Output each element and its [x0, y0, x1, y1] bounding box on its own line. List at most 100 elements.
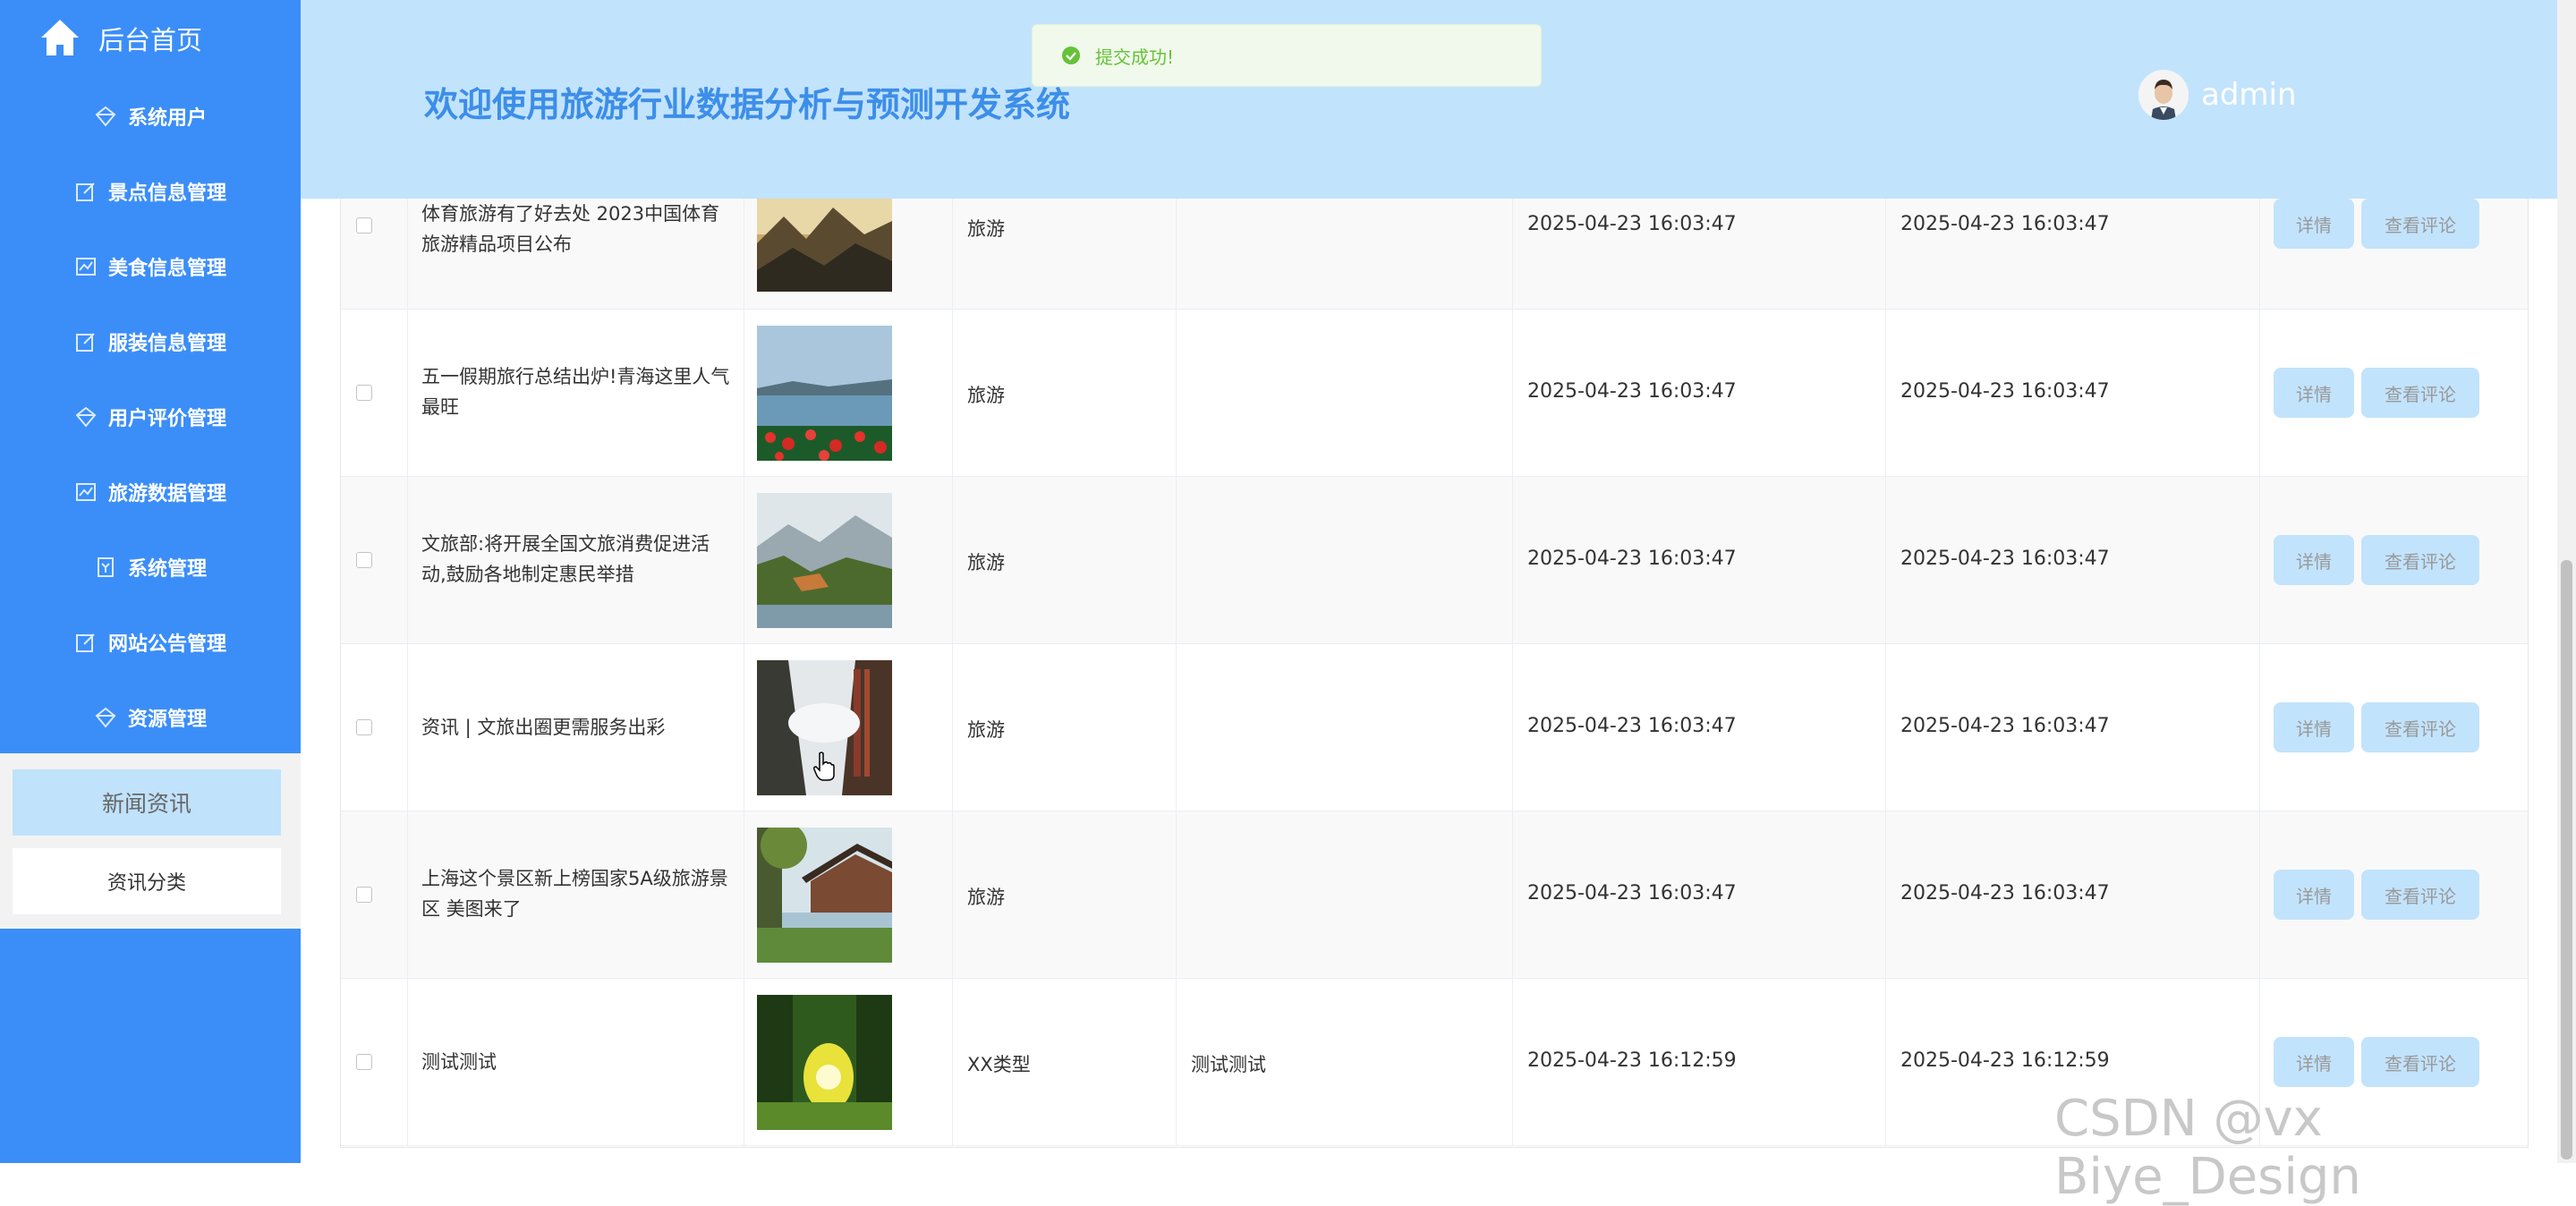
toast-message: 提交成功!: [1095, 46, 1175, 68]
news-type: 旅游: [967, 552, 1005, 573]
row-checkbox[interactable]: [356, 887, 372, 903]
chart-icon: [75, 483, 96, 501]
news-content: 测试测试: [1191, 1054, 1266, 1075]
sidebar-item-label: 用户评价管理: [107, 408, 226, 430]
news-type: 旅游: [967, 719, 1005, 741]
detail-button[interactable]: 详情: [2274, 702, 2354, 752]
resources-submenu: 新闻资讯 资讯分类: [0, 753, 301, 929]
sidebar-item-label: 资源管理: [127, 709, 207, 731]
user-avatar-icon: [2138, 70, 2189, 120]
news-created-time: 2025-04-23 16:03:47: [1527, 715, 1737, 737]
sidebar-item-attractions[interactable]: 景点信息管理: [0, 154, 301, 229]
success-toast: 提交成功!: [1032, 24, 1542, 87]
sidebar-item-travel-data[interactable]: 旅游数据管理: [0, 454, 301, 530]
view-comments-button[interactable]: 查看评论: [2361, 199, 2479, 249]
diamond-icon: [75, 406, 97, 428]
sidebar-item-food[interactable]: 美食信息管理: [0, 229, 301, 304]
lakeside-house-image: [757, 828, 892, 963]
news-title: 资讯 | 文旅出圈更需服务出彩: [421, 717, 666, 738]
news-thumbnail[interactable]: [757, 326, 892, 461]
news-type: 旅游: [967, 218, 1005, 240]
news-created-time: 2025-04-23 16:03:47: [1527, 213, 1737, 235]
sidebar: 后台首页 系统用户 景点信息管理 美食信息管理 服装信息管理 用户评价管理 旅游…: [0, 0, 301, 1163]
sidebar-item-reviews[interactable]: 用户评价管理: [0, 379, 301, 454]
news-thumbnail[interactable]: [757, 493, 892, 628]
news-title: 体育旅游有了好去处 2023中国体育旅游精品项目公布: [421, 203, 720, 255]
news-table: 体育旅游有了好去处 2023中国体育旅游精品项目公布 旅游 2025-04-23…: [340, 199, 2529, 1148]
mountain-lake-image: [757, 493, 892, 628]
news-thumbnail[interactable]: [757, 199, 892, 292]
username[interactable]: admin: [2201, 77, 2297, 113]
news-updated-time: 2025-04-23 16:03:47: [1900, 380, 2110, 403]
detail-button[interactable]: 详情: [2274, 870, 2354, 920]
view-comments-button[interactable]: 查看评论: [2361, 870, 2479, 920]
news-title: 测试测试: [421, 1051, 497, 1073]
news-created-time: 2025-04-23 16:12:59: [1527, 1049, 1737, 1072]
news-title: 文旅部:将开展全国文旅消费促进活动,鼓励各地制定惠民举措: [421, 533, 710, 585]
table-row: 资讯 | 文旅出圈更需服务出彩 旅游 2025-04-23 16:03:47 2…: [341, 644, 2528, 811]
submenu-item-news-categories[interactable]: 资讯分类: [13, 848, 281, 914]
view-comments-button[interactable]: 查看评论: [2361, 368, 2479, 418]
news-updated-time: 2025-04-23 16:12:59: [1900, 1049, 2110, 1072]
detail-button[interactable]: 详情: [2274, 368, 2354, 418]
detail-button[interactable]: 详情: [2274, 1037, 2354, 1087]
detail-button[interactable]: 详情: [2274, 535, 2354, 585]
scrollbar-thumb[interactable]: [2561, 560, 2572, 1159]
news-type: 旅游: [967, 385, 1005, 406]
sidebar-item-clothing[interactable]: 服装信息管理: [0, 304, 301, 379]
news-type: 旅游: [967, 887, 1005, 908]
news-updated-time: 2025-04-23 16:03:47: [1900, 213, 2110, 235]
sidebar-item-system[interactable]: 系统管理: [0, 530, 301, 605]
news-created-time: 2025-04-23 16:03:47: [1527, 380, 1737, 403]
view-comments-button[interactable]: 查看评论: [2361, 1037, 2479, 1087]
sidebar-item-label: 系统管理: [127, 558, 207, 581]
sidebar-item-label: 旅游数据管理: [107, 483, 226, 505]
news-updated-time: 2025-04-23 16:03:47: [1900, 715, 2110, 737]
news-updated-time: 2025-04-23 16:03:47: [1900, 882, 2110, 904]
mountain-mist-image: [757, 199, 892, 292]
lake-flowers-image: [757, 326, 892, 461]
news-type: XX类型: [967, 1054, 1031, 1075]
sidebar-item-system-users[interactable]: 系统用户: [0, 79, 301, 154]
submenu-item-news[interactable]: 新闻资讯: [13, 769, 281, 836]
news-title: 上海这个景区新上榜国家5A级旅游景区 美图来了: [421, 868, 728, 920]
sidebar-home[interactable]: 后台首页: [0, 0, 301, 75]
user-menu[interactable]: admin: [2138, 68, 2297, 122]
avatar[interactable]: [2138, 70, 2189, 120]
news-created-time: 2025-04-23 16:03:47: [1527, 882, 1737, 904]
row-checkbox[interactable]: [356, 1054, 372, 1070]
diamond-icon: [95, 707, 116, 728]
news-thumbnail[interactable]: [757, 995, 892, 1130]
sidebar-item-label: 景点信息管理: [107, 183, 226, 205]
table-row: 体育旅游有了好去处 2023中国体育旅游精品项目公布 旅游 2025-04-23…: [341, 199, 2528, 310]
edit-icon: [75, 633, 95, 652]
forest-sunlight-image: [757, 995, 892, 1130]
view-comments-button[interactable]: 查看评论: [2361, 535, 2479, 585]
news-thumbnail[interactable]: [757, 828, 892, 963]
sidebar-item-label: 系统用户: [127, 107, 207, 130]
edit-icon: [75, 183, 95, 201]
row-checkbox[interactable]: [356, 385, 372, 401]
row-checkbox[interactable]: [356, 552, 372, 568]
badge-icon: [97, 557, 114, 577]
news-updated-time: 2025-04-23 16:03:47: [1900, 548, 2110, 570]
row-checkbox[interactable]: [356, 719, 372, 735]
view-comments-button[interactable]: 查看评论: [2361, 702, 2479, 752]
home-icon: [41, 20, 79, 55]
hand-cursor-icon: [813, 752, 835, 781]
detail-button[interactable]: 详情: [2274, 199, 2354, 249]
sidebar-item-label: 网站公告管理: [107, 633, 226, 656]
sidebar-item-announcements[interactable]: 网站公告管理: [0, 605, 301, 680]
page-title: 欢迎使用旅游行业数据分析与预测开发系统: [424, 85, 1071, 124]
row-checkbox[interactable]: [356, 217, 372, 234]
edit-icon: [75, 333, 95, 352]
sidebar-item-label: 服装信息管理: [107, 333, 226, 355]
table-row: 上海这个景区新上榜国家5A级旅游景区 美图来了 旅游 2025-04-23 16…: [341, 811, 2528, 979]
sidebar-item-resources[interactable]: 资源管理: [0, 680, 301, 755]
table-row: 文旅部:将开展全国文旅消费促进活动,鼓励各地制定惠民举措 旅游 2025-04-…: [341, 477, 2528, 644]
home-label: 后台首页: [98, 25, 203, 55]
watermark-text: CSDN @vx Biye_Design: [2054, 1090, 2361, 1206]
check-circle-icon: [1062, 47, 1080, 64]
sidebar-item-label: 美食信息管理: [107, 258, 226, 280]
news-created-time: 2025-04-23 16:03:47: [1527, 548, 1737, 570]
